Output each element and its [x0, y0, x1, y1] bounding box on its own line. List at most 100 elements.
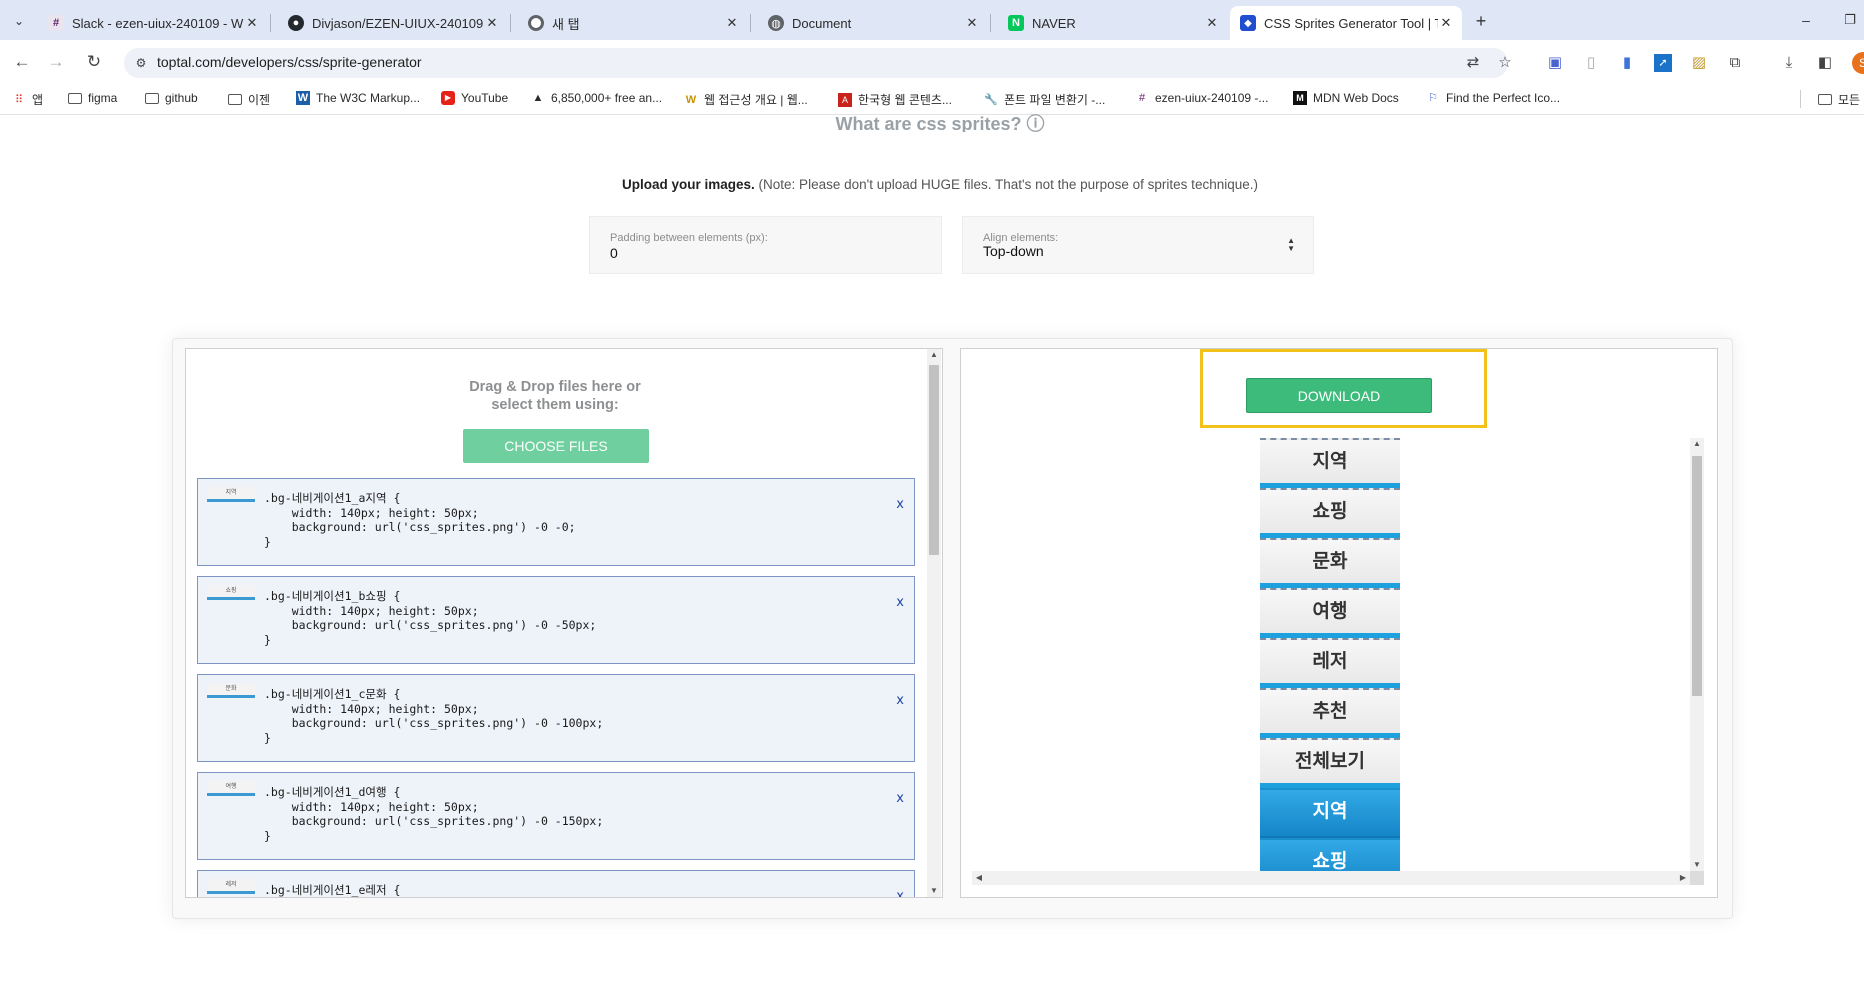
url-text[interactable]: toptal.com/developers/css/sprite-generat…	[157, 54, 422, 70]
bookmark-figma[interactable]: figma	[68, 91, 117, 105]
tab-divider	[990, 14, 991, 32]
sprite-tile-active: 쇼핑	[1260, 838, 1400, 871]
bookmark-star-icon[interactable]: ☆	[1496, 54, 1514, 72]
tab-slack[interactable]: # Slack - ezen-uiux-240109 - W ✕	[38, 6, 268, 40]
close-icon[interactable]: ✕	[724, 15, 740, 31]
scroll-up-icon[interactable]: ▲	[927, 349, 941, 361]
bookmark-kwcag[interactable]: A 한국형 웹 콘텐츠...	[838, 91, 952, 108]
extensions-puzzle-icon[interactable]: ⧉	[1726, 54, 1744, 72]
align-value[interactable]: Top-down	[983, 243, 1044, 259]
bookmark-apps[interactable]: ⠿ 앱	[12, 91, 43, 108]
slack-icon: #	[48, 15, 64, 31]
scroll-right-icon[interactable]: ▶	[1676, 872, 1690, 884]
tab-new-tab[interactable]: 새 탭 ✕	[518, 6, 748, 40]
bookmark-font-converter[interactable]: 🔧 폰트 파일 변환기 -...	[984, 91, 1105, 108]
minimize-icon[interactable]: –	[1796, 10, 1816, 30]
sprite-thumbnail: 문화	[207, 683, 255, 698]
align-select[interactable]: Align elements: Top-down ▲ ▼	[962, 216, 1314, 274]
scroll-left-icon[interactable]: ◀	[972, 872, 986, 884]
remove-button[interactable]: x	[896, 889, 904, 897]
preview-vscrollbar[interactable]: ▲ ▼	[1690, 438, 1704, 871]
sprite-entry: 레저 .bg-네비게이션1_e레저 { x	[197, 870, 915, 897]
scrollbar-thumb[interactable]	[929, 365, 939, 555]
close-icon[interactable]: ✕	[484, 15, 500, 31]
folder-icon	[68, 92, 82, 104]
tab-document[interactable]: ◍ Document ✕	[758, 6, 988, 40]
tab-title: 새 탭	[552, 16, 580, 32]
sprite-entry: 여행 .bg-네비게이션1_d여행 { width: 140px; height…	[197, 772, 915, 860]
remove-button[interactable]: x	[896, 595, 904, 610]
bookmark-label: 웹 접근성 개요 | 웹...	[704, 93, 808, 107]
sprite-tile: 지역	[1260, 438, 1400, 488]
remove-button[interactable]: x	[896, 693, 904, 708]
bookmark-mdn[interactable]: M MDN Web Docs	[1293, 91, 1399, 105]
sprite-tile: 레저	[1260, 638, 1400, 688]
preview-hscrollbar[interactable]: ◀ ▶	[972, 871, 1690, 885]
tab-github[interactable]: ● Divjason/EZEN-UIUX-240109 ✕	[278, 6, 508, 40]
flaticon-icon: ▲	[532, 92, 544, 104]
globe-icon: ◍	[768, 15, 784, 31]
close-icon[interactable]: ✕	[244, 15, 260, 31]
toptal-icon: ◆	[1240, 15, 1256, 31]
bookmark-label: MDN Web Docs	[1313, 91, 1399, 105]
scrollbar-thumb[interactable]	[1692, 456, 1702, 696]
extension-device-icon[interactable]: ▯	[1582, 54, 1600, 72]
close-icon[interactable]: ✕	[1438, 15, 1454, 31]
new-tab-button[interactable]: +	[1470, 10, 1492, 32]
extension-image-icon[interactable]: ▨	[1690, 54, 1708, 72]
select-arrows-icon: ▲ ▼	[1287, 236, 1295, 253]
padding-input[interactable]: 0	[610, 245, 618, 261]
css-code: .bg-네비게이션1_c문화 { width: 140px; height: 5…	[264, 687, 604, 745]
translate-icon[interactable]: ⇄	[1464, 54, 1482, 72]
bookmark-web-accessibility[interactable]: W 웹 접근성 개요 | 웹...	[684, 91, 808, 108]
tab-search-icon[interactable]: ⌄	[10, 12, 28, 30]
restore-icon[interactable]: ❐	[1840, 10, 1860, 30]
bookmark-label: Find the Perfect Ico...	[1446, 91, 1561, 105]
bookmark-find-icons[interactable]: ⚐ Find the Perfect Ico...	[1426, 91, 1560, 105]
sprite-thumbnail: 레저	[207, 879, 255, 894]
extension-arrow-icon[interactable]: ➚	[1654, 54, 1672, 72]
scroll-up-icon[interactable]: ▲	[1690, 438, 1704, 450]
bookmark-youtube[interactable]: ▶ YouTube	[441, 91, 508, 105]
padding-field[interactable]: Padding between elements (px): 0	[589, 216, 942, 274]
tab-naver[interactable]: N NAVER ✕	[998, 6, 1228, 40]
extension-crop-icon[interactable]: ▣	[1546, 54, 1564, 72]
close-icon[interactable]: ✕	[964, 15, 980, 31]
css-code: .bg-네비게이션1_b쇼핑 { width: 140px; height: 5…	[264, 589, 597, 647]
side-panel-icon[interactable]: ◧	[1816, 54, 1834, 72]
chrome-icon	[528, 15, 544, 31]
github-icon: ●	[288, 15, 304, 31]
folder-icon	[228, 94, 242, 105]
extension-tablet-icon[interactable]: ▮	[1618, 54, 1636, 72]
download-icon[interactable]: ⤓	[1780, 54, 1798, 72]
reload-icon[interactable]: ↻	[82, 50, 106, 74]
tab-divider	[510, 14, 511, 32]
close-icon[interactable]: ✕	[1204, 15, 1220, 31]
site-info-icon[interactable]: ⚙	[133, 55, 149, 71]
info-icon[interactable]: ⓘ	[1027, 114, 1045, 132]
bookmark-w3c[interactable]: W The W3C Markup...	[296, 91, 420, 105]
padding-label: Padding between elements (px):	[610, 232, 768, 244]
file-list-scrollbar[interactable]: ▲ ▼	[927, 349, 941, 897]
youtube-icon: ▶	[441, 91, 455, 105]
tab-css-sprites[interactable]: ◆ CSS Sprites Generator Tool | To ✕	[1230, 6, 1462, 40]
back-icon[interactable]: ←	[10, 50, 34, 74]
bookmark-label: 한국형 웹 콘텐츠...	[858, 93, 952, 107]
bookmark-ezen[interactable]: 이젠	[228, 91, 270, 108]
bookmark-flaticon[interactable]: ▲ 6,850,000+ free an...	[531, 91, 663, 105]
sprite-thumbnail: 쇼핑	[207, 585, 255, 600]
css-code: .bg-네비게이션1_a지역 { width: 140px; height: 5…	[264, 491, 576, 549]
mdn-icon: M	[1293, 91, 1307, 105]
bookmark-all[interactable]: 모든	[1818, 91, 1860, 108]
remove-button[interactable]: x	[896, 497, 904, 512]
tab-title: Divjason/EZEN-UIUX-240109	[312, 15, 484, 31]
bookmark-slack[interactable]: # ezen-uiux-240109 -...	[1135, 91, 1268, 105]
bookmark-label: 모든	[1838, 93, 1861, 107]
sprite-entry: 쇼핑 .bg-네비게이션1_b쇼핑 { width: 140px; height…	[197, 576, 915, 664]
forward-icon[interactable]: →	[44, 50, 68, 74]
scroll-down-icon[interactable]: ▼	[927, 885, 941, 897]
bookmark-github[interactable]: github	[145, 91, 198, 105]
remove-button[interactable]: x	[896, 791, 904, 806]
scroll-down-icon[interactable]: ▼	[1690, 859, 1704, 871]
download-button[interactable]: DOWNLOAD	[1246, 378, 1432, 413]
